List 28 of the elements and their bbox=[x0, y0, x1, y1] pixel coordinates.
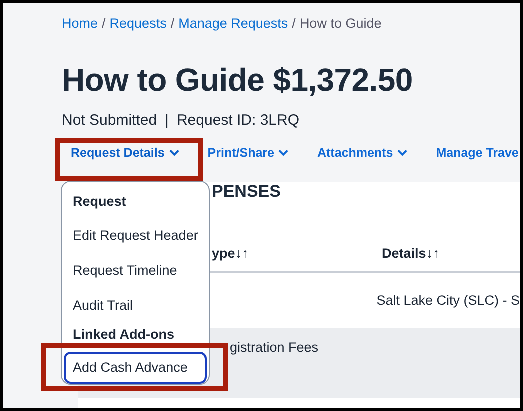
table-cell: Salt Lake City (SLC) - S bbox=[376, 293, 520, 308]
table-cell-text: gistration Fees bbox=[230, 340, 320, 355]
nav-menu-button[interactable]: Attachments bbox=[317, 146, 408, 160]
breadcrumb-separator: / bbox=[292, 16, 296, 31]
nav-menu-button[interactable]: Print/Share bbox=[208, 146, 290, 160]
chevron-down-icon bbox=[168, 149, 180, 157]
menu-item[interactable]: Audit Trail bbox=[64, 288, 207, 323]
section-title: PENSES bbox=[212, 182, 281, 202]
menu-heading: Linked Add-ons bbox=[72, 326, 176, 344]
nav-menu-button[interactable]: Manage Trave bbox=[436, 146, 519, 160]
separator-text: | bbox=[165, 112, 169, 129]
breadcrumb-link[interactable]: Manage Requests bbox=[178, 16, 288, 31]
breadcrumb-separator: / bbox=[102, 16, 106, 31]
menu-item[interactable]: Request Timeline bbox=[64, 253, 207, 288]
breadcrumb-separator: / bbox=[170, 16, 175, 31]
chevron-down-icon bbox=[278, 149, 290, 157]
chevron-down-icon bbox=[397, 149, 408, 157]
page-title: How to Guide $1,372.50 bbox=[62, 61, 414, 100]
column-header[interactable]: Details↓↑ bbox=[382, 246, 520, 261]
request-id: Request ID: 3LRQ bbox=[176, 112, 300, 129]
menu-item[interactable]: Add Cash Advance bbox=[64, 352, 207, 384]
nav-menu-button[interactable]: Request Details bbox=[71, 146, 180, 160]
breadcrumb-current: How to Guide bbox=[300, 16, 382, 31]
menu-item[interactable]: Edit Request Header bbox=[64, 218, 207, 253]
menu-heading: Request bbox=[72, 193, 128, 211]
status-text: Not Submitted bbox=[62, 112, 158, 129]
breadcrumb-link[interactable]: Home bbox=[62, 16, 98, 31]
breadcrumb-link[interactable]: Requests bbox=[110, 16, 167, 31]
